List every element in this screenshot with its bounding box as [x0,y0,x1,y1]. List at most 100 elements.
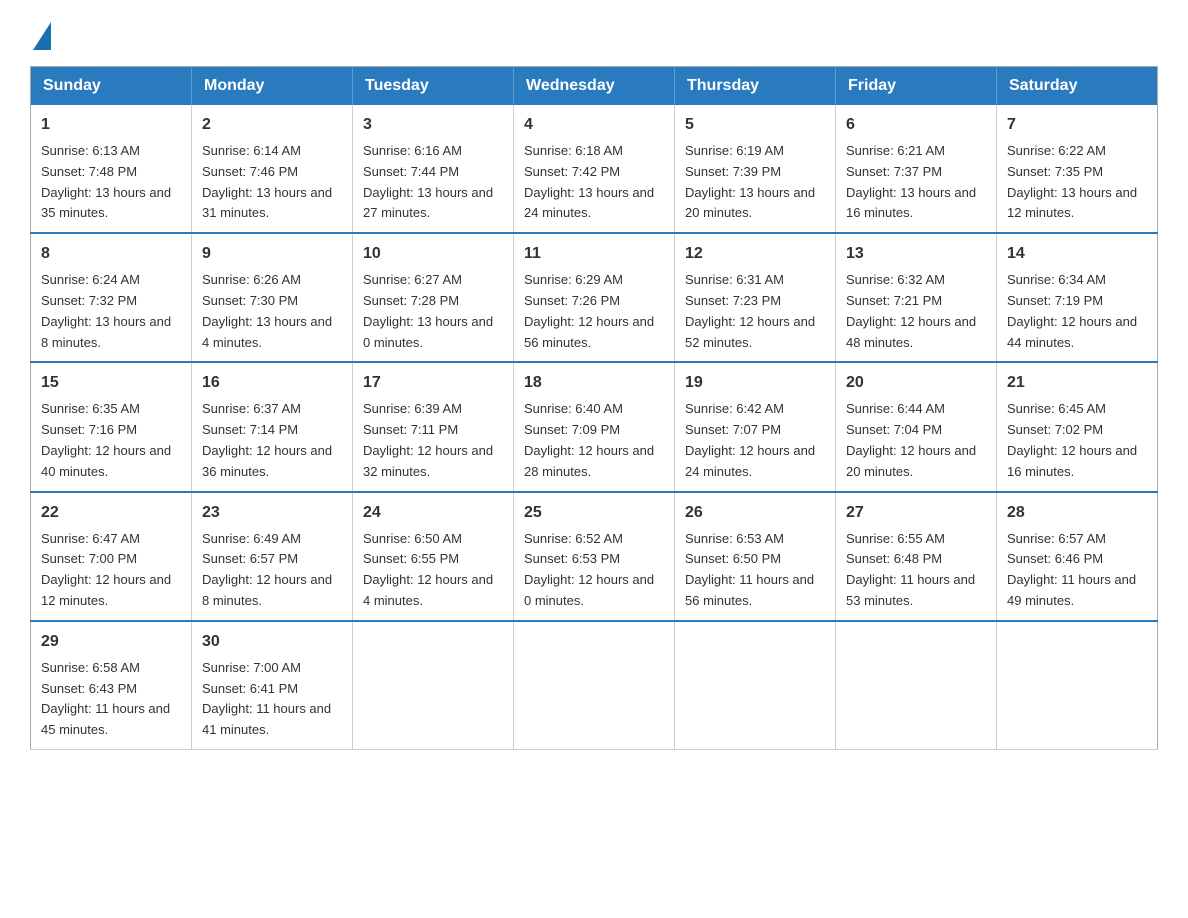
day-number: 26 [685,501,825,525]
calendar-cell: 10 Sunrise: 6:27 AMSunset: 7:28 PMDayligh… [353,233,514,362]
calendar-cell: 16 Sunrise: 6:37 AMSunset: 7:14 PMDayligh… [192,362,353,491]
day-number: 15 [41,371,181,395]
calendar-cell: 17Sunrise: 6:39 AMSunset: 7:11 PMDayligh… [353,362,514,491]
day-number: 14 [1007,242,1147,266]
calendar-cell: 23 Sunrise: 6:49 AMSunset: 6:57 PMDayligh… [192,492,353,621]
calendar-cell: 26 Sunrise: 6:53 AMSunset: 6:50 PMDayligh… [675,492,836,621]
calendar-cell: 14Sunrise: 6:34 AMSunset: 7:19 PMDayligh… [997,233,1158,362]
calendar-week-5: 29Sunrise: 6:58 AMSunset: 6:43 PMDayligh… [31,621,1158,750]
day-info: Sunrise: 6:32 AMSunset: 7:21 PMDaylight:… [846,270,986,353]
calendar-cell: 6 Sunrise: 6:21 AMSunset: 7:37 PMDaylight… [836,105,997,233]
day-number: 1 [41,113,181,137]
calendar-week-4: 22 Sunrise: 6:47 AMSunset: 7:00 PMDayligh… [31,492,1158,621]
calendar-cell: 30Sunrise: 7:00 AMSunset: 6:41 PMDayligh… [192,621,353,750]
day-number: 2 [202,113,342,137]
calendar-header-monday: Monday [192,67,353,106]
day-info: Sunrise: 6:40 AMSunset: 7:09 PMDaylight:… [524,399,664,482]
day-number: 29 [41,630,181,654]
day-info: Sunrise: 6:21 AMSunset: 7:37 PMDaylight:… [846,141,986,224]
day-info: Sunrise: 6:57 AMSunset: 6:46 PMDaylight:… [1007,529,1147,612]
day-number: 23 [202,501,342,525]
day-info: Sunrise: 6:44 AMSunset: 7:04 PMDaylight:… [846,399,986,482]
day-number: 21 [1007,371,1147,395]
day-info: Sunrise: 6:35 AMSunset: 7:16 PMDaylight:… [41,399,181,482]
day-info: Sunrise: 6:14 AMSunset: 7:46 PMDaylight:… [202,141,342,224]
calendar-cell: 20 Sunrise: 6:44 AMSunset: 7:04 PMDayligh… [836,362,997,491]
calendar-cell [514,621,675,750]
logo [30,20,51,46]
day-info: Sunrise: 6:16 AMSunset: 7:44 PMDaylight:… [363,141,503,224]
calendar-week-2: 8 Sunrise: 6:24 AMSunset: 7:32 PMDaylight… [31,233,1158,362]
calendar-cell: 1 Sunrise: 6:13 AMSunset: 7:48 PMDaylight… [31,105,192,233]
calendar-header-saturday: Saturday [997,67,1158,106]
calendar-cell: 29Sunrise: 6:58 AMSunset: 6:43 PMDayligh… [31,621,192,750]
day-info: Sunrise: 7:00 AMSunset: 6:41 PMDaylight:… [202,658,342,741]
calendar-cell: 12Sunrise: 6:31 AMSunset: 7:23 PMDayligh… [675,233,836,362]
calendar-cell: 18Sunrise: 6:40 AMSunset: 7:09 PMDayligh… [514,362,675,491]
calendar-cell: 15 Sunrise: 6:35 AMSunset: 7:16 PMDayligh… [31,362,192,491]
calendar-cell: 28Sunrise: 6:57 AMSunset: 6:46 PMDayligh… [997,492,1158,621]
calendar-header-tuesday: Tuesday [353,67,514,106]
day-info: Sunrise: 6:27 AMSunset: 7:28 PMDaylight:… [363,270,503,353]
calendar-cell: 24 Sunrise: 6:50 AMSunset: 6:55 PMDayligh… [353,492,514,621]
day-info: Sunrise: 6:49 AMSunset: 6:57 PMDaylight:… [202,529,342,612]
day-info: Sunrise: 6:19 AMSunset: 7:39 PMDaylight:… [685,141,825,224]
calendar-header-thursday: Thursday [675,67,836,106]
day-number: 19 [685,371,825,395]
day-number: 22 [41,501,181,525]
day-info: Sunrise: 6:47 AMSunset: 7:00 PMDaylight:… [41,529,181,612]
calendar-cell: 11Sunrise: 6:29 AMSunset: 7:26 PMDayligh… [514,233,675,362]
day-number: 5 [685,113,825,137]
calendar-cell: 9 Sunrise: 6:26 AMSunset: 7:30 PMDaylight… [192,233,353,362]
calendar-cell [353,621,514,750]
day-info: Sunrise: 6:29 AMSunset: 7:26 PMDaylight:… [524,270,664,353]
calendar-cell: 3 Sunrise: 6:16 AMSunset: 7:44 PMDaylight… [353,105,514,233]
calendar-cell: 21 Sunrise: 6:45 AMSunset: 7:02 PMDayligh… [997,362,1158,491]
day-info: Sunrise: 6:26 AMSunset: 7:30 PMDaylight:… [202,270,342,353]
day-info: Sunrise: 6:50 AMSunset: 6:55 PMDaylight:… [363,529,503,612]
calendar-header-sunday: Sunday [31,67,192,106]
page-header [30,20,1158,46]
day-number: 4 [524,113,664,137]
calendar-cell: 7Sunrise: 6:22 AMSunset: 7:35 PMDaylight… [997,105,1158,233]
day-number: 3 [363,113,503,137]
calendar-cell [836,621,997,750]
day-info: Sunrise: 6:22 AMSunset: 7:35 PMDaylight:… [1007,141,1147,224]
day-number: 13 [846,242,986,266]
day-info: Sunrise: 6:37 AMSunset: 7:14 PMDaylight:… [202,399,342,482]
day-info: Sunrise: 6:24 AMSunset: 7:32 PMDaylight:… [41,270,181,353]
calendar-cell [675,621,836,750]
day-number: 27 [846,501,986,525]
logo-top [30,20,51,50]
calendar-header-friday: Friday [836,67,997,106]
day-number: 9 [202,242,342,266]
day-info: Sunrise: 6:42 AMSunset: 7:07 PMDaylight:… [685,399,825,482]
calendar-cell: 19 Sunrise: 6:42 AMSunset: 7:07 PMDayligh… [675,362,836,491]
header-row: SundayMondayTuesdayWednesdayThursdayFrid… [31,67,1158,106]
calendar-body: 1 Sunrise: 6:13 AMSunset: 7:48 PMDaylight… [31,105,1158,749]
calendar-cell: 5 Sunrise: 6:19 AMSunset: 7:39 PMDaylight… [675,105,836,233]
calendar-cell: 13 Sunrise: 6:32 AMSunset: 7:21 PMDayligh… [836,233,997,362]
day-number: 10 [363,242,503,266]
day-info: Sunrise: 6:18 AMSunset: 7:42 PMDaylight:… [524,141,664,224]
day-number: 20 [846,371,986,395]
calendar-header: SundayMondayTuesdayWednesdayThursdayFrid… [31,67,1158,106]
day-info: Sunrise: 6:53 AMSunset: 6:50 PMDaylight:… [685,529,825,612]
day-number: 25 [524,501,664,525]
day-number: 8 [41,242,181,266]
calendar-week-1: 1 Sunrise: 6:13 AMSunset: 7:48 PMDaylight… [31,105,1158,233]
day-info: Sunrise: 6:55 AMSunset: 6:48 PMDaylight:… [846,529,986,612]
calendar-week-3: 15 Sunrise: 6:35 AMSunset: 7:16 PMDayligh… [31,362,1158,491]
day-info: Sunrise: 6:31 AMSunset: 7:23 PMDaylight:… [685,270,825,353]
calendar-header-wednesday: Wednesday [514,67,675,106]
day-number: 24 [363,501,503,525]
calendar-cell: 4 Sunrise: 6:18 AMSunset: 7:42 PMDaylight… [514,105,675,233]
day-info: Sunrise: 6:13 AMSunset: 7:48 PMDaylight:… [41,141,181,224]
calendar-cell: 22 Sunrise: 6:47 AMSunset: 7:00 PMDayligh… [31,492,192,621]
day-number: 6 [846,113,986,137]
day-info: Sunrise: 6:39 AMSunset: 7:11 PMDaylight:… [363,399,503,482]
day-info: Sunrise: 6:52 AMSunset: 6:53 PMDaylight:… [524,529,664,612]
day-info: Sunrise: 6:45 AMSunset: 7:02 PMDaylight:… [1007,399,1147,482]
calendar-cell: 25 Sunrise: 6:52 AMSunset: 6:53 PMDayligh… [514,492,675,621]
day-number: 16 [202,371,342,395]
